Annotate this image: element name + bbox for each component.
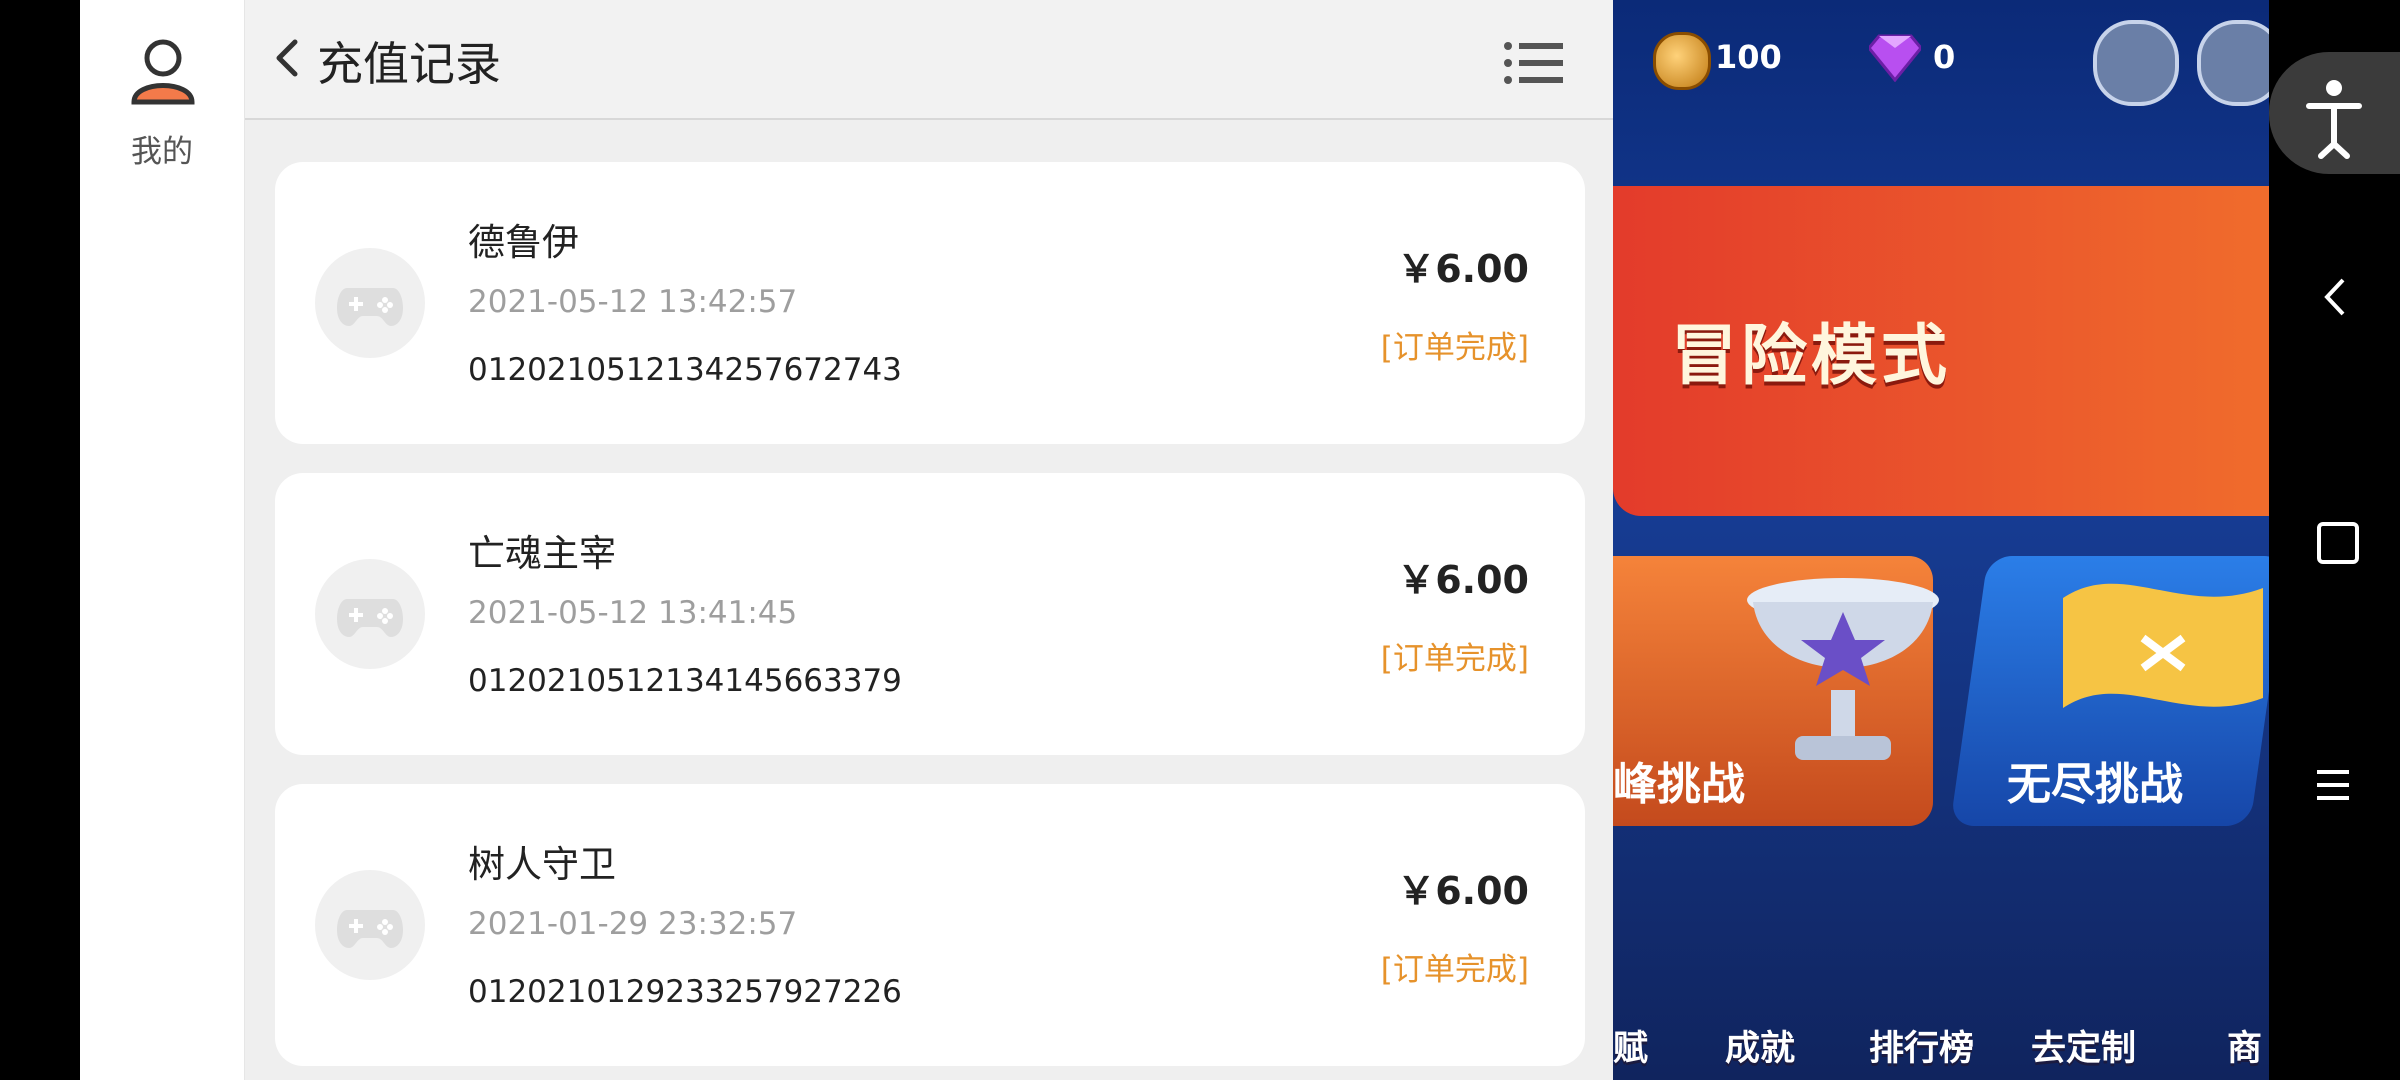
back-nav-icon[interactable]: [2317, 274, 2353, 320]
coin-icon: [1653, 32, 1711, 90]
talent-icon[interactable]: [1613, 930, 1693, 1010]
leaderboard-icon[interactable]: [1873, 930, 1953, 1010]
gamepad-icon: [315, 559, 425, 669]
header: 充值记录: [245, 0, 1613, 120]
record-time: 2021-05-12 13:41:45: [468, 595, 798, 631]
nav-customize[interactable]: 去定制: [2031, 1020, 2136, 1071]
nav-achievement[interactable]: 成就: [1725, 1020, 1795, 1071]
order-number: 0120210512134257672743: [468, 352, 902, 388]
flag-icon: [2033, 558, 2269, 758]
character-icon[interactable]: [2093, 20, 2179, 106]
game-name: 树人守卫: [468, 843, 616, 886]
game-background: 100 0 冒险模式 峰挑战 无尽挑战 赋 成就 排行榜 去定制 商: [1613, 0, 2269, 1080]
list-item[interactable]: 亡魂主宰 2021-05-12 13:41:45 012021051213414…: [275, 473, 1585, 755]
chevron-left-icon[interactable]: [269, 34, 305, 82]
gem-icon: [1867, 30, 1923, 83]
order-number: 0120210512134145663379: [468, 663, 902, 699]
list-item[interactable]: 德鲁伊 2021-05-12 13:42:57 0120210512134257…: [275, 162, 1585, 444]
page-title: 充值记录: [317, 37, 501, 91]
recents-menu-icon[interactable]: [2315, 768, 2355, 802]
adventure-mode-label: 冒险模式: [1671, 317, 1951, 394]
nav-leaderboard[interactable]: 排行榜: [1869, 1020, 1974, 1071]
record-time: 2021-01-29 23:32:57: [468, 906, 798, 942]
list-icon[interactable]: [1503, 40, 1565, 86]
sidebar: 我的: [80, 0, 245, 1080]
home-square-icon[interactable]: [2317, 522, 2359, 564]
recharge-panel: 充值记录 德鲁伊 2021-05-12 13:42:57 01202105121…: [245, 0, 1613, 1080]
help-book-icon[interactable]: [2197, 20, 2269, 106]
gem-count: 0: [1933, 38, 1956, 76]
list-item[interactable]: 树人守卫 2021-01-29 23:32:57 012021012923325…: [275, 784, 1585, 1066]
accessibility-button[interactable]: [2269, 52, 2400, 174]
system-nav-bar: [2269, 0, 2400, 1080]
game-name: 亡魂主宰: [468, 532, 616, 575]
gamepad-icon: [315, 248, 425, 358]
trophy-icon: [1733, 560, 1953, 770]
record-time: 2021-05-12 13:42:57: [468, 284, 798, 320]
order-status: [订单完成]: [1380, 641, 1529, 677]
user-icon[interactable]: [128, 36, 198, 106]
peak-challenge-label: 峰挑战: [1613, 759, 1745, 810]
me-label[interactable]: 我的: [80, 126, 244, 171]
order-number: 0120210129233257927226: [468, 974, 902, 1010]
price: ￥6.00: [1397, 869, 1529, 913]
endless-challenge-label: 无尽挑战: [2007, 759, 2183, 810]
coin-count: 100: [1715, 38, 1782, 76]
left-black-border: [0, 0, 80, 1080]
order-status: [订单完成]: [1380, 952, 1529, 988]
banner-icon[interactable]: [1723, 930, 1803, 1010]
price: ￥6.00: [1397, 558, 1529, 602]
order-status: [订单完成]: [1380, 330, 1529, 366]
chess-icon[interactable]: [2031, 930, 2111, 1010]
gamepad-icon: [315, 870, 425, 980]
accessibility-icon: [2306, 80, 2362, 159]
nav-talent[interactable]: 赋: [1613, 1020, 1648, 1071]
nav-shop[interactable]: 商: [2227, 1020, 2262, 1071]
price: ￥6.00: [1397, 247, 1529, 291]
shop-icon[interactable]: [2191, 930, 2269, 1010]
game-name: 德鲁伊: [468, 221, 579, 264]
